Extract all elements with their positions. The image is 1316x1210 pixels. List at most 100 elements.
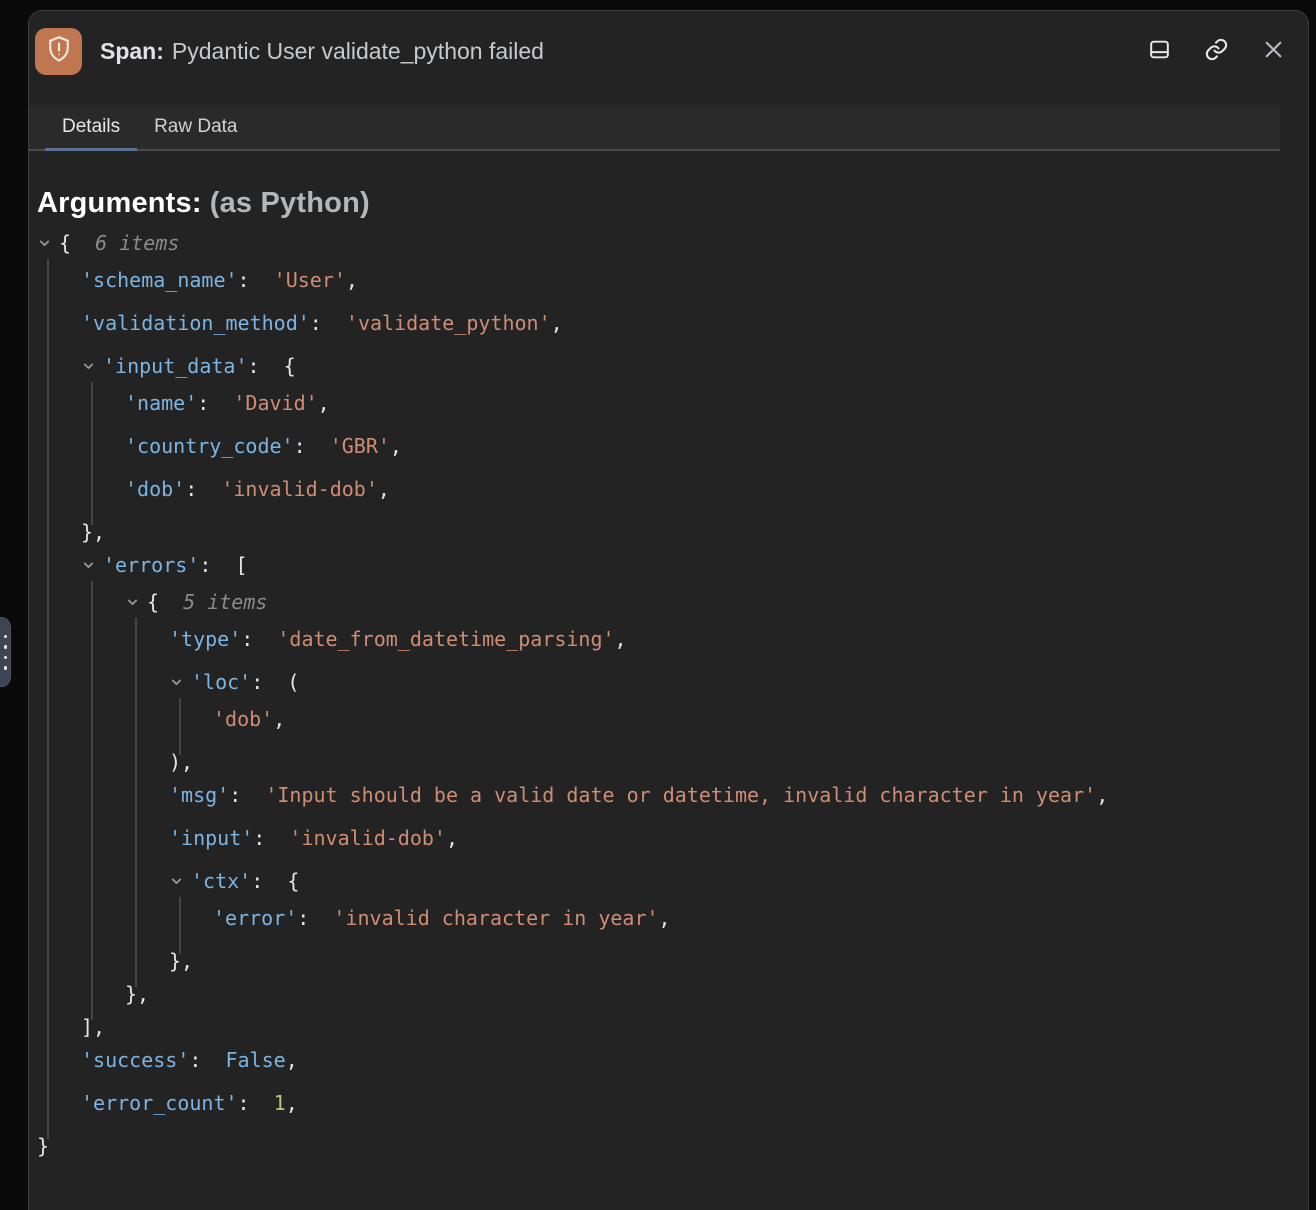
code-token: }, <box>169 949 193 973</box>
code-line: 'loc': ( <box>37 669 1308 706</box>
copy-link-button[interactable] <box>1202 35 1231 67</box>
panel-title: Span: Pydantic User validate_python faile… <box>100 38 1145 65</box>
code-token: : <box>310 311 346 335</box>
indent-guide <box>91 382 93 525</box>
code-line: } <box>37 1133 1308 1166</box>
code-token: 'errors' <box>103 553 199 577</box>
indent-guide <box>179 698 181 755</box>
code-token: 'input_data' <box>103 354 248 378</box>
code-token: 'invalid-dob' <box>221 477 378 501</box>
code-line: 'input_data': { <box>37 353 1308 390</box>
code-token: ), <box>169 750 193 774</box>
indent-guide <box>47 259 49 1139</box>
collapse-chevron-icon[interactable] <box>81 552 103 578</box>
code-line: ), <box>37 749 1308 782</box>
span-warning-badge <box>35 28 82 75</box>
header-actions <box>1145 35 1288 67</box>
code-token: , <box>615 627 627 651</box>
code-line: 'dob': 'invalid-dob', <box>37 476 1308 519</box>
code-token: 'loc' <box>191 670 251 694</box>
code-token: , <box>390 434 402 458</box>
details-content: Arguments:(as Python) { 6 items'schema_n… <box>29 187 1308 1166</box>
close-icon <box>1261 37 1286 65</box>
code-token: 'name' <box>125 391 197 415</box>
code-token: ], <box>81 1015 105 1039</box>
code-token: 'David' <box>233 391 317 415</box>
code-token: , <box>286 1091 298 1115</box>
code-line: { 6 items <box>37 230 1308 267</box>
code-line: 'error_count': 1, <box>37 1090 1308 1133</box>
collapse-chevron-icon[interactable] <box>81 353 103 379</box>
code-token: : { <box>248 354 296 378</box>
code-token: : [ <box>199 553 247 577</box>
panel-header: Span: Pydantic User validate_python faile… <box>29 11 1308 105</box>
indent-guide <box>179 897 181 954</box>
code-line: 'validation_method': 'validate_python', <box>37 310 1308 353</box>
code-token: : <box>185 477 221 501</box>
grip-dots-icon <box>4 635 8 670</box>
code-line: { 5 items <box>37 589 1308 626</box>
code-token: , <box>318 391 330 415</box>
code-token: { <box>59 231 71 255</box>
code-line: }, <box>37 519 1308 552</box>
code-token: 'invalid character in year' <box>333 906 658 930</box>
span-detail-panel: Span: Pydantic User validate_python faile… <box>28 10 1309 1210</box>
dock-panel-bottom-button[interactable] <box>1145 35 1174 67</box>
code-token: : ( <box>251 670 299 694</box>
code-token: , <box>378 477 390 501</box>
collapse-chevron-icon[interactable] <box>125 589 147 615</box>
code-token: 'User' <box>274 268 346 292</box>
panel-title-kind: Span: <box>100 38 164 64</box>
code-line: 'name': 'David', <box>37 390 1308 433</box>
close-panel-button[interactable] <box>1259 35 1288 67</box>
code-token: 'dob' <box>213 707 273 731</box>
code-line: 'schema_name': 'User', <box>37 267 1308 310</box>
panel-title-text: Pydantic User validate_python failed <box>172 38 544 64</box>
code-token: False <box>226 1048 286 1072</box>
tab-raw-data[interactable]: Raw Data <box>137 105 254 149</box>
collapse-chevron-icon[interactable] <box>169 868 191 894</box>
code-token: : <box>253 826 289 850</box>
code-token: 'validation_method' <box>81 311 310 335</box>
code-token: 'schema_name' <box>81 268 238 292</box>
code-token: : <box>197 391 233 415</box>
link-icon <box>1204 37 1229 65</box>
tab-details[interactable]: Details <box>45 105 137 149</box>
code-token: 'Input should be a valid date or datetim… <box>265 783 1096 807</box>
code-token: , <box>273 707 285 731</box>
code-line: 'input': 'invalid-dob', <box>37 825 1308 868</box>
code-token: 'error' <box>213 906 297 930</box>
code-token: 'dob' <box>125 477 185 501</box>
code-token: }, <box>81 520 105 544</box>
code-line: ], <box>37 1014 1308 1047</box>
code-token: : <box>297 906 333 930</box>
code-token: : <box>238 268 274 292</box>
code-line: }, <box>37 981 1308 1014</box>
code-token: : { <box>251 869 299 893</box>
code-token: , <box>659 906 671 930</box>
code-token: 'validate_python' <box>346 311 551 335</box>
collapse-chevron-icon[interactable] <box>37 230 59 256</box>
code-token: 1 <box>274 1091 286 1115</box>
code-token: 'error_count' <box>81 1091 238 1115</box>
arguments-heading-label: Arguments: <box>37 187 202 219</box>
indent-guide <box>91 581 93 1020</box>
code-token: }, <box>125 982 149 1006</box>
indent-guide <box>135 618 137 987</box>
arguments-json-tree: { 6 items'schema_name': 'User','validati… <box>37 230 1308 1166</box>
code-token: 'ctx' <box>191 869 251 893</box>
code-token: : <box>241 627 277 651</box>
panel-resize-handle[interactable] <box>0 617 11 687</box>
code-token: 5 items <box>159 590 267 614</box>
collapse-chevron-icon[interactable] <box>169 669 191 695</box>
code-token: 'invalid-dob' <box>289 826 446 850</box>
code-token: , <box>286 1048 298 1072</box>
code-line: 'success': False, <box>37 1047 1308 1090</box>
code-token: : <box>189 1048 225 1072</box>
code-token: , <box>551 311 563 335</box>
code-line: 'msg': 'Input should be a valid date or … <box>37 782 1308 825</box>
code-token: { <box>147 590 159 614</box>
code-line: 'type': 'date_from_datetime_parsing', <box>37 626 1308 669</box>
tab-bar: Details Raw Data <box>29 105 1280 151</box>
arguments-heading-format: (as Python) <box>210 187 370 219</box>
